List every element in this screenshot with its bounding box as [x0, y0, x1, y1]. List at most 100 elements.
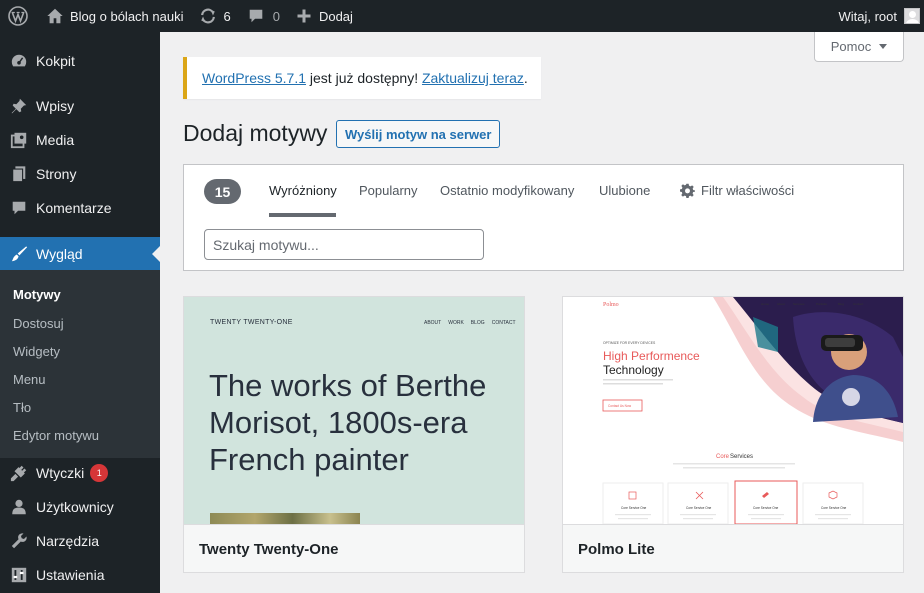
- comments-link[interactable]: 0: [239, 0, 288, 32]
- preview-nav-item: Contact: [853, 302, 864, 306]
- active-tab-indicator: [269, 213, 336, 217]
- theme-screenshot[interactable]: TWENTY TWENTY-ONE ABOUT WORK BLOG CONTAC…: [184, 297, 524, 524]
- sidebar-item-ustawienia[interactable]: Ustawienia: [0, 558, 160, 592]
- sidebar-item-label: Wpisy: [36, 98, 75, 114]
- plugin-updates-badge: 1: [90, 464, 109, 482]
- paintbrush-icon: [0, 245, 36, 263]
- preview-contact-button: Contact Us Now: [608, 404, 632, 408]
- page-title: Dodaj motywy: [183, 120, 328, 146]
- preview-service-label: Core Service One: [621, 506, 647, 510]
- updates-icon: [201, 8, 216, 24]
- submenu-item-edytor-motywu[interactable]: Edytor motywu: [13, 428, 99, 443]
- account-greeting: Witaj, root: [838, 8, 897, 24]
- theme-card-polmo-lite[interactable]: Polmo Home About Services Portfolio Blog…: [562, 296, 904, 573]
- wordpress-logo-icon: [8, 6, 28, 26]
- theme-filter-bar: 15 Wyróżniony Popularny Ostatnio modyfik…: [183, 164, 904, 271]
- settings-icon: [0, 566, 36, 584]
- sidebar-item-label: Media: [36, 132, 75, 148]
- preview-painting-image: [210, 513, 360, 524]
- theme-name: Twenty Twenty-One: [184, 524, 524, 572]
- preview-service-label: Core Service One: [821, 506, 847, 510]
- theme-search-input[interactable]: [204, 229, 484, 260]
- sidebar-item-uzytkownicy[interactable]: Użytkownicy: [0, 490, 160, 524]
- preview-headline-2: Technology: [603, 363, 664, 377]
- media-icon: [0, 131, 36, 149]
- admin-sidebar: Kokpit Wpisy Media Strony Komentarze Wyg…: [0, 32, 160, 593]
- notice-period: .: [523, 70, 528, 86]
- updates-link[interactable]: 6: [191, 0, 238, 32]
- gear-icon: [680, 183, 695, 198]
- wp-logo-menu[interactable]: [0, 0, 38, 32]
- sidebar-item-label: Komentarze: [36, 200, 112, 216]
- dashboard-icon: [0, 52, 36, 70]
- submenu-item-widgety[interactable]: Widgety: [13, 344, 60, 359]
- sidebar-item-label: Ustawienia: [36, 567, 105, 583]
- tab-latest[interactable]: Ostatnio modyfikowany: [440, 183, 574, 198]
- theme-name: Polmo Lite: [563, 524, 903, 572]
- update-notice: WordPress 5.7.1 jest już dostępny! Zaktu…: [183, 57, 541, 99]
- sidebar-item-komentarze[interactable]: Komentarze: [0, 191, 160, 225]
- submenu-item-menu[interactable]: Menu: [13, 372, 46, 387]
- avatar: [904, 8, 920, 24]
- tab-featured[interactable]: Wyróżniony: [269, 183, 337, 198]
- sidebar-item-label: Wtyczki: [36, 465, 85, 481]
- sidebar-item-label: Strony: [36, 166, 77, 182]
- theme-card-twenty-twenty-one[interactable]: TWENTY TWENTY-ONE ABOUT WORK BLOG CONTAC…: [183, 296, 525, 573]
- preview-service-label: Core Service One: [753, 506, 779, 510]
- sidebar-item-media[interactable]: Media: [0, 123, 160, 157]
- new-content-label: Dodaj: [318, 8, 353, 24]
- sidebar-item-kokpit[interactable]: Kokpit: [0, 44, 160, 78]
- site-name-link[interactable]: Blog o bólach nauki: [38, 0, 191, 32]
- help-tab-button[interactable]: Pomoc: [814, 32, 904, 62]
- sidebar-item-narzedzia[interactable]: Narzędzia: [0, 524, 160, 558]
- theme-screenshot[interactable]: Polmo Home About Services Portfolio Blog…: [563, 297, 903, 524]
- tab-favorites[interactable]: Ulubione: [599, 183, 650, 198]
- preview-site-title: TWENTY TWENTY-ONE: [210, 319, 293, 326]
- preview-nav-item: CONTACT: [491, 320, 516, 326]
- caret-down-icon: [879, 44, 888, 49]
- sidebar-item-label: Narzędzia: [36, 533, 100, 549]
- preview-section-title-1: Core: [716, 454, 730, 460]
- preview-nav-item: ABOUT: [424, 320, 442, 326]
- preview-logo: Polmo: [603, 302, 619, 308]
- pushpin-icon: [0, 97, 36, 115]
- plugins-icon: [0, 464, 36, 482]
- sidebar-item-wtyczki[interactable]: Wtyczki 1: [0, 456, 160, 490]
- users-icon: [0, 498, 36, 516]
- sidebar-item-wyglad[interactable]: Wygląd: [0, 237, 160, 271]
- feature-filter-button[interactable]: Filtr właściwości: [680, 183, 794, 198]
- comments-icon: [0, 199, 36, 217]
- preview-headline: The works of Berthe Morisot, 1800s-era F…: [209, 368, 487, 477]
- update-now-link[interactable]: Zaktualizuj teraz: [422, 70, 524, 86]
- sidebar-item-label: Kokpit: [36, 53, 75, 69]
- preview-nav-item: Portfolio: [816, 302, 827, 306]
- updates-count: 6: [223, 8, 231, 24]
- submenu-item-motywy[interactable]: Motywy: [13, 287, 61, 302]
- appearance-submenu: Motywy Dostosuj Widgety Menu Tło Edytor …: [0, 270, 160, 458]
- sidebar-item-strony[interactable]: Strony: [0, 157, 160, 191]
- sidebar-item-label: Użytkownicy: [36, 499, 114, 515]
- theme-count-badge: 15: [204, 179, 241, 204]
- comment-bubble-icon: [249, 9, 263, 23]
- plus-icon: [297, 9, 311, 23]
- tab-popular[interactable]: Popularny: [359, 183, 418, 198]
- preview-nav: ABOUT WORK BLOG CONTACT: [424, 320, 516, 326]
- preview-nav-item: BLOG: [470, 320, 485, 326]
- wordpress-version-link[interactable]: WordPress 5.7.1: [202, 70, 306, 86]
- my-account-menu[interactable]: Witaj, root: [838, 0, 924, 32]
- new-content-link[interactable]: Dodaj: [288, 0, 361, 32]
- sidebar-item-wpisy[interactable]: Wpisy: [0, 89, 160, 123]
- preview-section-title-2: Services: [730, 454, 753, 460]
- preview-nav-item: About: [777, 302, 785, 306]
- submenu-item-dostosuj[interactable]: Dostosuj: [13, 316, 64, 331]
- preview-tagline: OPTIMIZE FOR EVERY DEVICES: [603, 341, 656, 345]
- preview-nav-item: Home: [761, 302, 769, 306]
- upload-theme-button[interactable]: Wyślij motyw na serwer: [336, 120, 501, 148]
- tools-icon: [0, 532, 36, 550]
- preview-nav-item: Blog: [838, 302, 844, 306]
- preview-service-label: Core Service One: [686, 506, 712, 510]
- feature-filter-label: Filtr właściwości: [701, 183, 795, 198]
- site-name: Blog o bólach nauki: [70, 8, 184, 24]
- home-icon: [47, 8, 63, 24]
- submenu-item-tlo[interactable]: Tło: [13, 400, 31, 415]
